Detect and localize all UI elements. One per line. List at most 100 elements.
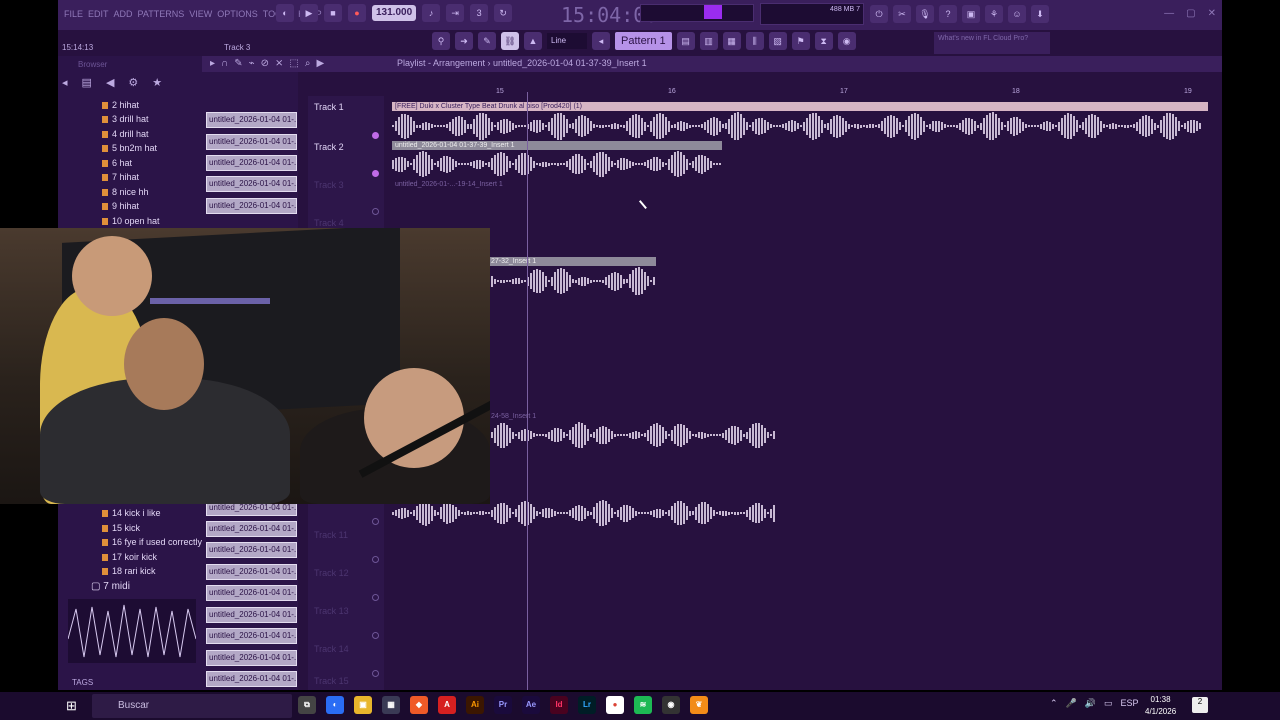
lightroom-icon[interactable]: Lr bbox=[578, 696, 596, 714]
acrobat-icon[interactable]: A bbox=[438, 696, 456, 714]
volume-icon[interactable]: 🔊 bbox=[1085, 698, 1096, 709]
clip-item[interactable]: untitled_2026-01-04 01-... bbox=[206, 650, 297, 666]
piano-roll-icon[interactable]: ▥ bbox=[699, 32, 718, 50]
track-mute-toggle[interactable] bbox=[372, 594, 379, 601]
audio-clip-header[interactable]: 27-32_Insert 1 bbox=[488, 257, 656, 266]
track-name[interactable]: Track 14 bbox=[314, 644, 349, 654]
metronome-icon[interactable]: ♪ bbox=[422, 4, 441, 22]
windows-start-icon[interactable]: ⊞ bbox=[66, 698, 82, 714]
taskbar-search[interactable]: Buscar bbox=[92, 694, 292, 718]
record-button[interactable]: ● bbox=[348, 4, 366, 22]
stamp-icon[interactable]: ▲ bbox=[524, 32, 542, 50]
brave-icon[interactable]: ◆ bbox=[410, 696, 428, 714]
copilot-icon[interactable]: ◐ bbox=[326, 696, 344, 714]
play-button[interactable]: ▶ bbox=[300, 4, 318, 22]
folder-icon[interactable]: ▤ bbox=[82, 76, 92, 89]
fl-studio-icon[interactable]: ❦ bbox=[690, 696, 708, 714]
minimize-icon[interactable]: — bbox=[1164, 8, 1174, 19]
track-mute-toggle[interactable] bbox=[372, 670, 379, 677]
browser-item[interactable]: 10 open hat bbox=[102, 216, 160, 226]
playlist-lanes[interactable]: [FREE] Duki x Cluster Type Beat Drunk al… bbox=[390, 98, 1210, 690]
browser-item[interactable]: 17 koir kick bbox=[102, 552, 157, 562]
browser-item[interactable]: 3 drill hat bbox=[102, 114, 149, 124]
timeline-ruler[interactable]: 15 16 17 18 19 bbox=[390, 86, 1210, 98]
browser-item[interactable]: 6 hat bbox=[102, 158, 132, 168]
browser-item[interactable]: 5 bn2m hat bbox=[102, 143, 157, 153]
pencil-icon[interactable]: ✎ bbox=[234, 58, 242, 69]
channel-rack-icon[interactable]: ▦ bbox=[722, 32, 741, 50]
plugin-db-icon[interactable]: ⚑ bbox=[791, 32, 810, 50]
notification-icon[interactable]: 2 bbox=[1192, 697, 1208, 713]
track-name[interactable]: Track 1 bbox=[314, 102, 344, 112]
clip-item[interactable]: untitled_2026-01-04 01-... bbox=[206, 134, 297, 150]
indesign-icon[interactable]: Id bbox=[550, 696, 568, 714]
audio-clip-header[interactable]: [FREE] Duki x Cluster Type Beat Drunk al… bbox=[392, 102, 1208, 111]
power-icon[interactable]: ⏻ bbox=[870, 5, 888, 23]
speaker-icon[interactable]: ◀ bbox=[106, 76, 114, 89]
track-mute-toggle[interactable] bbox=[372, 632, 379, 639]
clip-item[interactable]: untitled_2026-01-04 01-... bbox=[206, 155, 297, 171]
loop-record-icon[interactable]: ↻ bbox=[494, 4, 513, 22]
wait-icon[interactable]: ⇥ bbox=[446, 4, 465, 22]
audio-clip-header[interactable]: untitled_2026-01-04 01-37-39_Insert 1 bbox=[392, 141, 722, 150]
clip-item[interactable]: untitled_2026-01-04 01-... bbox=[206, 176, 297, 192]
browser-item[interactable]: 7 hihat bbox=[102, 172, 139, 182]
browser-item[interactable]: 14 kick i like bbox=[102, 508, 161, 518]
browser-folder[interactable]: ▢ 7 midi bbox=[91, 581, 130, 592]
menu-patterns[interactable]: PATTERNS bbox=[138, 9, 185, 19]
track-name[interactable]: Track 15 bbox=[314, 676, 349, 686]
playlist-icon[interactable]: ▤ bbox=[676, 32, 695, 50]
taskbar-clock[interactable]: 01:38 4/1/2026 bbox=[1145, 694, 1176, 718]
browser-icon[interactable]: ▧ bbox=[768, 32, 787, 50]
clip-item[interactable]: untitled_2026-01-04 01-... bbox=[206, 198, 297, 214]
mic-icon[interactable]: 🎙 bbox=[916, 5, 934, 23]
news-panel[interactable]: What's new in FL Cloud Pro? bbox=[934, 32, 1050, 54]
snap-icon[interactable]: ⚲ bbox=[432, 32, 450, 50]
chat-icon[interactable]: ☺ bbox=[1008, 5, 1026, 23]
chevron-up-icon[interactable]: ⌃ bbox=[1050, 698, 1058, 709]
maximize-icon[interactable]: ▢ bbox=[1186, 8, 1195, 19]
countdown-icon[interactable]: 3 bbox=[470, 4, 489, 22]
pencil-icon[interactable]: ✎ bbox=[478, 32, 496, 50]
menu-add[interactable]: ADD bbox=[114, 9, 133, 19]
clip-item[interactable]: untitled_2026-01-04 01-... bbox=[206, 521, 297, 537]
menu-view[interactable]: VIEW bbox=[189, 9, 212, 19]
cut-icon[interactable]: ✂ bbox=[893, 5, 911, 23]
save-icon[interactable]: ▣ bbox=[962, 5, 980, 23]
track-name[interactable]: Track 11 bbox=[314, 530, 348, 540]
plugin-icon[interactable]: ⚘ bbox=[985, 5, 1003, 23]
spotify-icon[interactable]: ≋ bbox=[634, 696, 652, 714]
slice-icon[interactable]: ⨯ bbox=[275, 58, 283, 69]
brush-icon[interactable]: ⌁ bbox=[249, 58, 255, 69]
browser-item[interactable]: 15 kick bbox=[102, 523, 140, 533]
browser-item[interactable]: 8 nice hh bbox=[102, 187, 149, 197]
pattern-selector[interactable]: Pattern 1 bbox=[615, 32, 672, 50]
file-explorer-icon[interactable]: ▣ bbox=[354, 696, 372, 714]
network-icon[interactable]: ▭ bbox=[1104, 698, 1113, 709]
clip-item[interactable]: untitled_2026-01-04 01-... bbox=[206, 628, 297, 644]
track-name[interactable]: Track 4 bbox=[314, 218, 344, 228]
audio-clip-header[interactable]: 24-58_Insert 1 bbox=[488, 412, 778, 421]
magnet-icon[interactable]: ∩ bbox=[221, 58, 228, 69]
after-effects-icon[interactable]: Ae bbox=[522, 696, 540, 714]
star-icon[interactable]: ★ bbox=[152, 76, 162, 89]
track-name[interactable]: Track 12 bbox=[314, 568, 349, 578]
clip-item[interactable]: untitled_2026-01-04 01-... bbox=[206, 564, 297, 580]
language-indicator[interactable]: ESP bbox=[1121, 698, 1139, 709]
track-mute-toggle[interactable] bbox=[372, 518, 379, 525]
browser-item[interactable]: 18 rari kick bbox=[102, 566, 156, 576]
delete-icon[interactable]: ⊘ bbox=[261, 58, 269, 69]
track-mute-toggle[interactable] bbox=[372, 132, 379, 139]
link-icon[interactable]: ⛓ bbox=[501, 32, 519, 50]
tempo-display[interactable]: 131.000 bbox=[372, 5, 417, 21]
track-name[interactable]: Track 3 bbox=[314, 180, 344, 190]
menu-options[interactable]: OPTIONS bbox=[217, 9, 258, 19]
illustrator-icon[interactable]: Ai bbox=[466, 696, 484, 714]
options-icon[interactable]: ▸ bbox=[210, 58, 215, 69]
playhead-line[interactable] bbox=[527, 92, 528, 690]
arrow-left-icon[interactable]: ◂ bbox=[592, 32, 610, 50]
obs-icon[interactable]: ◉ bbox=[662, 696, 680, 714]
back-icon[interactable]: ◂ bbox=[62, 76, 68, 89]
browser-item[interactable]: 2 hihat bbox=[102, 100, 139, 110]
snap-select[interactable]: Line bbox=[547, 33, 587, 49]
